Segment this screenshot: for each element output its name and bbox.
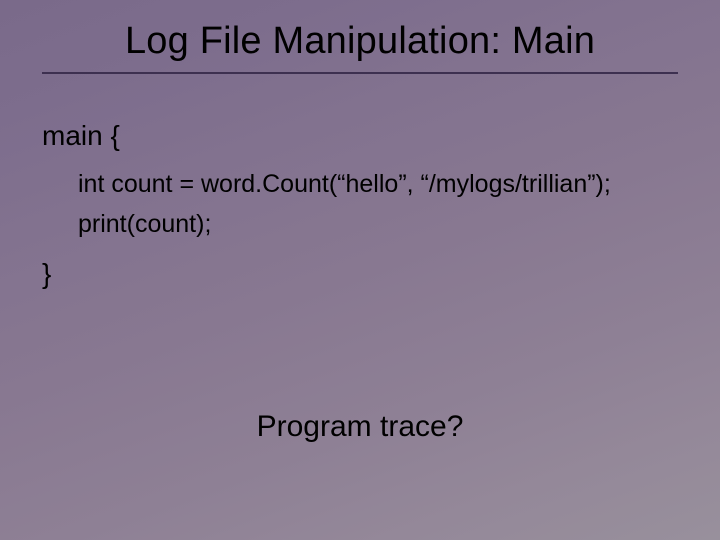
code-main-open: main {: [42, 120, 120, 152]
code-main-close: }: [42, 258, 51, 290]
slide-title: Log File Manipulation: Main: [0, 20, 720, 63]
slide: Log File Manipulation: Main main { int c…: [0, 0, 720, 540]
program-trace-question: Program trace?: [0, 410, 720, 444]
code-line-2: print(count);: [78, 210, 211, 239]
code-line-1: int count = word.Count(“hello”, “/mylogs…: [78, 170, 611, 199]
title-underline: [42, 72, 678, 74]
